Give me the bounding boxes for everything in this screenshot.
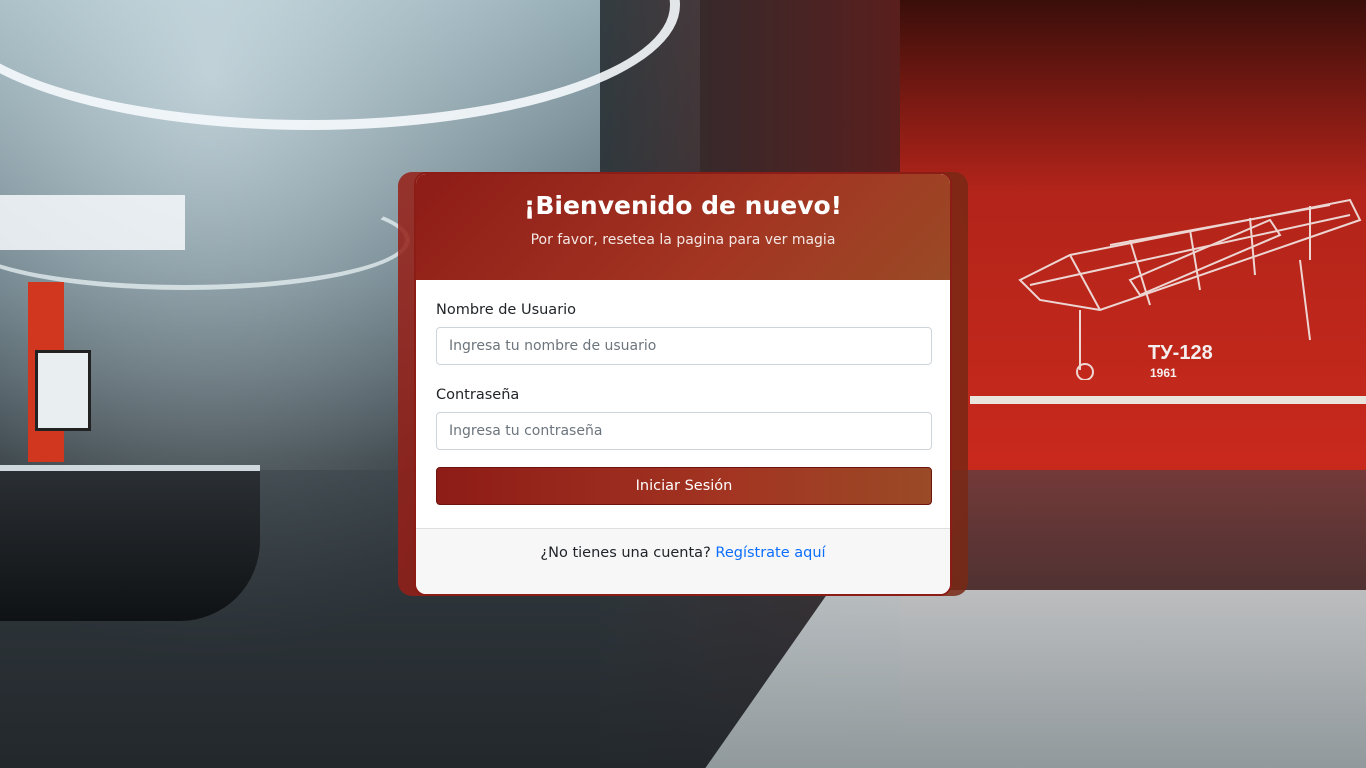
password-input[interactable] [436, 412, 932, 450]
login-button[interactable]: Iniciar Sesión [436, 467, 932, 505]
kiosk-screen [35, 350, 91, 431]
counter-desk [0, 465, 260, 621]
password-label: Contraseña [436, 387, 520, 403]
page-subtitle: Por favor, resetea la pagina para ver ma… [530, 232, 836, 248]
wall-stripe [970, 396, 1366, 404]
card-footer: ¿No tienes una cuenta? Regístrate aquí [416, 528, 950, 594]
footer-text: ¿No tienes una cuenta? [540, 545, 716, 561]
poster-year: 1961 [1150, 366, 1177, 380]
username-label: Nombre de Usuario [436, 302, 577, 318]
page-title: ¡Bienvenido de nuevo! [523, 191, 843, 220]
login-form: Nombre de Usuario Contraseña Iniciar Ses… [416, 280, 950, 530]
station-sign [0, 195, 185, 250]
card-header: ¡Bienvenido de nuevo! Por favor, resetea… [416, 174, 950, 280]
poster-label: ТУ-128 [1148, 342, 1213, 364]
login-card: ¡Bienvenido de nuevo! Por favor, resetea… [414, 172, 952, 596]
username-input[interactable] [436, 327, 932, 365]
register-link[interactable]: Regístrate aquí [715, 545, 825, 561]
